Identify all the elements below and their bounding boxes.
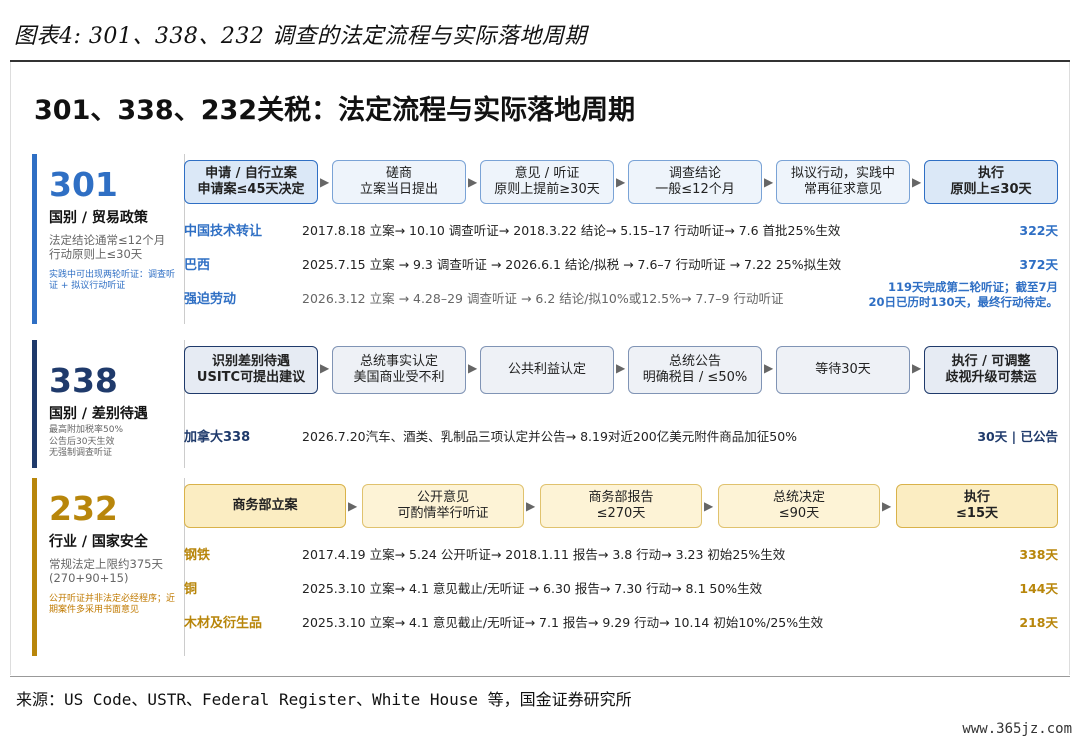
watermark: www.365jz.com — [962, 721, 1072, 737]
source-note: 来源：US Code、USTR、Federal Register、White H… — [16, 690, 632, 709]
step-301-2: 磋商 立案当日提出 — [332, 160, 466, 204]
case-row: 铜 2025.3.10 立案→ 4.1 意见截止/无听证 → 6.30 报告→ … — [184, 578, 1058, 600]
section-301-note: 法定结论通常≤12个月 行动原则上≤30天 — [49, 233, 166, 262]
step-338-6: 执行 / 可调整 歧视升级可禁运 — [924, 346, 1058, 394]
arrow-icon: ▶ — [764, 361, 774, 375]
case-timeline: 2026.7.20汽车、酒类、乳制品三项认定并公告→ 8.19对近200亿美元附… — [302, 429, 798, 444]
section-338-subtitle: 国别 / 差别待遇 — [49, 406, 148, 422]
case-row: 木材及衍生品 2025.3.10 立案→ 4.1 意见截止/无听证→ 7.1 报… — [184, 612, 1058, 634]
case-label: 强迫劳动 — [184, 292, 237, 307]
section-232-steps: 商务部立案 ▶ 公开意见 可酌情举行听证 ▶ 商务部报告 ≤270天 ▶ 总统决定 ≤… — [184, 484, 1058, 530]
arrow-icon: ▶ — [526, 499, 536, 513]
step-232-5: 执行 ≤15天 — [896, 484, 1058, 528]
case-row: 强迫劳动 2026.3.12 立案 → 4.28–29 调查听证 → 6.2 结… — [184, 280, 1058, 316]
arrow-icon: ▶ — [616, 361, 626, 375]
case-duration: 322天 — [1019, 223, 1058, 238]
step-232-1: 商务部立案 — [184, 484, 346, 528]
section-301-small-note: 实践中可出现两轮听证：调查听证 + 拟议行动听证 — [49, 269, 176, 292]
arrow-icon: ▶ — [704, 499, 714, 513]
step-301-4: 调查结论 一般≤12个月 — [628, 160, 762, 204]
case-row: 钢铁 2017.4.19 立案→ 5.24 公开听证→ 2018.1.11 报告… — [184, 544, 1058, 566]
case-duration: 372天 — [1019, 257, 1058, 272]
case-duration: 218天 — [1019, 615, 1058, 630]
figure-caption: 图表4: 301、338、232 调查的法定流程与实际落地周期 — [14, 24, 587, 49]
step-232-3: 商务部报告 ≤270天 — [540, 484, 702, 528]
case-timeline: 2025.3.10 立案→ 4.1 意见截止/无听证→ 7.1 报告→ 9.29… — [302, 615, 824, 630]
section-338-note: 最高附加税率50% 公告后30天生效 无强制调查听证 — [49, 425, 124, 459]
step-301-6: 执行 原则上≤30天 — [924, 160, 1058, 204]
arrow-icon: ▶ — [468, 361, 478, 375]
section-301-subtitle: 国别 / 贸易政策 — [49, 210, 148, 226]
section-301-number: 301 — [49, 165, 118, 204]
case-label: 铜 — [184, 582, 198, 597]
case-timeline: 2017.8.18 立案→ 10.10 调查听证→ 2018.3.22 结论→ … — [302, 223, 841, 238]
step-338-3: 公共利益认定 — [480, 346, 614, 394]
section-338: 338 国别 / 差别待遇 最高附加税率50% 公告后30天生效 无强制调查听证… — [32, 340, 1072, 468]
case-timeline: 2026.3.12 立案 → 4.28–29 调查听证 → 6.2 结论/拟10… — [302, 291, 784, 306]
case-row: 加拿大338 2026.7.20汽车、酒类、乳制品三项认定并公告→ 8.19对近… — [184, 426, 1058, 448]
section-338-number: 338 — [49, 361, 118, 400]
section-232-note: 常规法定上限约375天 (270+90+15) — [49, 557, 163, 586]
step-338-1: 识别差别待遇 USITC可提出建议 — [184, 346, 318, 394]
case-duration: 144天 — [1019, 581, 1058, 596]
case-row: 巴西 2025.7.15 立案 → 9.3 调查听证 → 2026.6.1 结论… — [184, 254, 1058, 276]
section-338-sidebar: 338 国别 / 差别待遇 最高附加税率50% 公告后30天生效 无强制调查听证 — [32, 340, 183, 468]
arrow-icon: ▶ — [320, 175, 330, 189]
step-232-4: 总统决定 ≤90天 — [718, 484, 880, 528]
case-status: 119天完成第二轮听证；截至7月 20日已历时130天，最终行动待定。 — [868, 280, 1058, 309]
section-232: 232 行业 / 国家安全 常规法定上限约375天 (270+90+15) 公开… — [32, 478, 1072, 656]
section-232-number: 232 — [49, 489, 118, 528]
section-338-steps: 识别差别待遇 USITC可提出建议 ▶ 总统事实认定 美国商业受不利 ▶ 公共利益认… — [184, 346, 1058, 394]
arrow-icon: ▶ — [616, 175, 626, 189]
step-232-2: 公开意见 可酌情举行听证 — [362, 484, 524, 528]
arrow-icon: ▶ — [764, 175, 774, 189]
step-301-5: 拟议行动，实践中 常再征求意见 — [776, 160, 910, 204]
source-rule — [10, 676, 1070, 677]
section-232-subtitle: 行业 / 国家安全 — [49, 534, 148, 550]
step-338-4: 总统公告 明确税目 / ≤50% — [628, 346, 762, 394]
main-title: 301、338、232关税：法定流程与实际落地周期 — [34, 95, 636, 126]
step-301-1: 申请 / 自行立案 申请案≤45天决定 — [184, 160, 318, 204]
case-label: 钢铁 — [184, 548, 211, 563]
section-301-sidebar: 301 国别 / 贸易政策 法定结论通常≤12个月 行动原则上≤30天 实践中可… — [32, 154, 183, 324]
arrow-icon: ▶ — [882, 499, 892, 513]
arrow-icon: ▶ — [468, 175, 478, 189]
case-timeline: 2025.7.15 立案 → 9.3 调查听证 → 2026.6.1 结论/拟税… — [302, 257, 842, 272]
case-duration: 338天 — [1019, 547, 1058, 562]
section-232-sidebar: 232 行业 / 国家安全 常规法定上限约375天 (270+90+15) 公开… — [32, 478, 183, 656]
case-timeline: 2017.4.19 立案→ 5.24 公开听证→ 2018.1.11 报告→ 3… — [302, 547, 786, 562]
section-301-steps: 申请 / 自行立案 申请案≤45天决定 ▶ 磋商 立案当日提出 ▶ 意见 / 听证原… — [184, 160, 1058, 206]
case-label: 加拿大338 — [184, 430, 251, 445]
step-338-2: 总统事实认定 美国商业受不利 — [332, 346, 466, 394]
step-338-5: 等待30天 — [776, 346, 910, 394]
section-232-small-note: 公开听证并非法定必经程序；近期案件多采用书面意见 — [49, 593, 176, 616]
case-label: 木材及衍生品 — [184, 616, 263, 631]
arrow-icon: ▶ — [348, 499, 358, 513]
case-duration: 30天 | 已公告 — [977, 429, 1058, 444]
case-row: 中国技术转让 2017.8.18 立案→ 10.10 调查听证→ 2018.3.… — [184, 220, 1058, 242]
case-label: 巴西 — [184, 258, 211, 273]
step-301-3: 意见 / 听证 原则上提前≥30天 — [480, 160, 614, 204]
section-301: 301 国别 / 贸易政策 法定结论通常≤12个月 行动原则上≤30天 实践中可… — [32, 154, 1072, 324]
arrow-icon: ▶ — [912, 175, 922, 189]
arrow-icon: ▶ — [320, 361, 330, 375]
case-label: 中国技术转让 — [184, 224, 263, 239]
arrow-icon: ▶ — [912, 361, 922, 375]
case-timeline: 2025.3.10 立案→ 4.1 意见截止/无听证 → 6.30 报告→ 7.… — [302, 581, 763, 596]
